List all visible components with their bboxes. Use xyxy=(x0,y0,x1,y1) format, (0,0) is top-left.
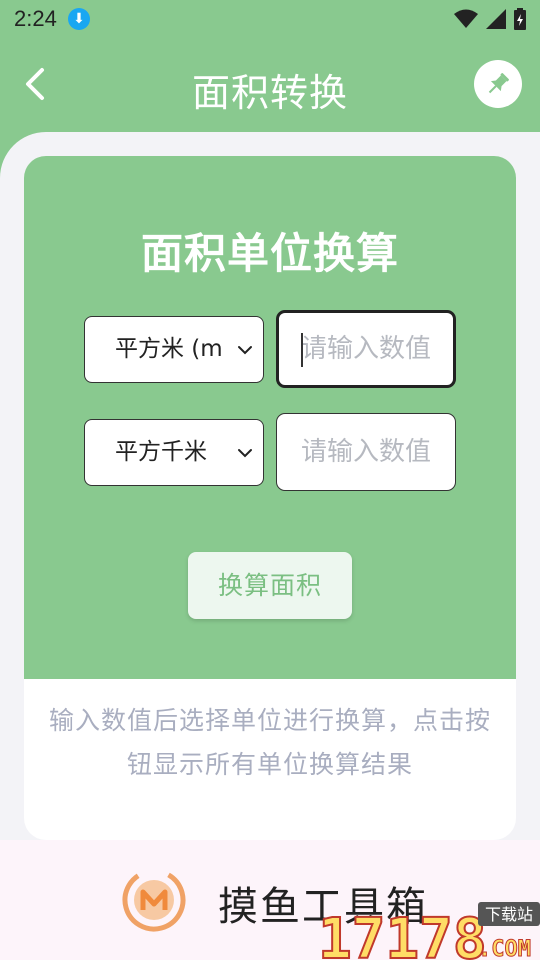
from-unit-value: 平方米 (m xyxy=(115,336,223,362)
pin-icon xyxy=(488,73,509,94)
signal-icon xyxy=(486,9,506,29)
watermark-tag: 下载站 xyxy=(485,905,533,924)
status-bar: 2:24 ⬇ xyxy=(0,0,540,38)
hint-text: 输入数值后选择单位进行换算，点击按钮显示所有单位换算结果 xyxy=(48,706,491,779)
pin-button[interactable] xyxy=(474,60,522,108)
converter-card: 面积单位换算 平方米 (m 请输入数值 平方千米 请输入数值 换算面积 输入数值… xyxy=(24,156,516,840)
app-logo-icon xyxy=(122,868,186,932)
card-title: 面积单位换算 xyxy=(140,229,399,278)
status-icons xyxy=(454,8,526,30)
status-time: 2:24 xyxy=(14,6,57,31)
site-watermark: 17178 下载站 .COM xyxy=(318,902,540,960)
download-icon: ⬇ xyxy=(68,8,90,30)
converter-panel: 面积单位换算 平方米 (m 请输入数值 平方千米 请输入数值 换算面积 xyxy=(24,156,516,679)
content-area: 面积单位换算 平方米 (m 请输入数值 平方千米 请输入数值 换算面积 输入数值… xyxy=(0,132,540,840)
watermark-number: 17178 xyxy=(318,907,487,960)
app-bar: 面积转换 xyxy=(0,38,540,132)
text-caret xyxy=(301,333,303,367)
chevron-down-icon xyxy=(238,448,252,457)
wifi-icon xyxy=(454,9,478,28)
to-unit-select[interactable]: 平方千米 xyxy=(84,419,264,486)
to-value-input[interactable]: 请输入数值 xyxy=(276,413,456,491)
to-value-placeholder: 请输入数值 xyxy=(301,437,432,467)
chevron-down-icon xyxy=(238,345,252,354)
watermark-suffix: .COM xyxy=(478,937,531,960)
page-title: 面积转换 xyxy=(191,71,348,115)
from-value-placeholder: 请输入数值 xyxy=(301,334,432,364)
to-unit-value: 平方千米 xyxy=(115,439,207,465)
from-value-input[interactable]: 请输入数值 xyxy=(276,310,456,388)
convert-area-button[interactable]: 换算面积 xyxy=(188,552,352,619)
from-unit-select[interactable]: 平方米 (m xyxy=(84,316,264,383)
battery-icon xyxy=(514,8,526,30)
